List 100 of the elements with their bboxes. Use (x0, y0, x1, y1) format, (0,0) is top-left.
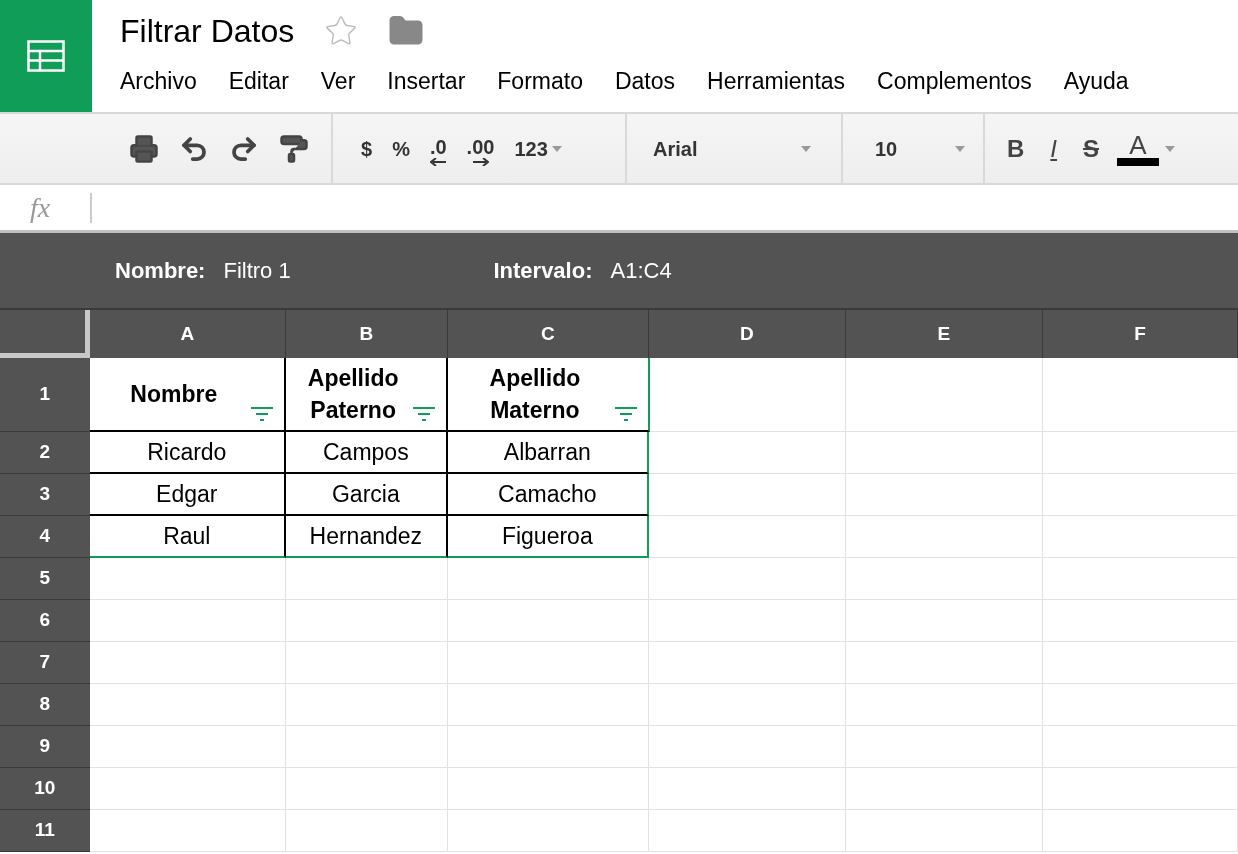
menu-item[interactable]: Editar (228, 63, 289, 99)
row-header[interactable]: 3 (0, 474, 90, 516)
menu-item[interactable]: Ayuda (1063, 63, 1129, 99)
empty-cell[interactable] (845, 642, 1043, 684)
row-header[interactable]: 8 (0, 684, 90, 726)
star-icon[interactable] (324, 14, 359, 48)
empty-cell[interactable] (845, 432, 1043, 474)
empty-cell[interactable] (1042, 684, 1238, 726)
empty-cell[interactable] (648, 642, 846, 684)
column-header[interactable]: A (89, 310, 286, 358)
table-cell[interactable]: Albarran (447, 432, 649, 474)
empty-cell[interactable] (845, 684, 1043, 726)
empty-cell[interactable] (285, 684, 448, 726)
more-formats-button[interactable]: 123 (514, 133, 562, 164)
print-icon[interactable] (129, 133, 159, 164)
empty-cell[interactable] (648, 768, 846, 810)
table-cell[interactable]: Campos (285, 432, 448, 474)
empty-cell[interactable] (846, 358, 1044, 432)
empty-cell[interactable] (1042, 432, 1238, 474)
empty-cell[interactable] (845, 600, 1043, 642)
empty-cell[interactable] (648, 474, 846, 516)
empty-cell[interactable] (1042, 600, 1238, 642)
empty-cell[interactable] (447, 642, 649, 684)
row-header[interactable]: 10 (0, 768, 90, 810)
table-cell[interactable]: Edgar (89, 474, 286, 516)
empty-cell[interactable] (447, 558, 649, 600)
empty-cell[interactable] (285, 810, 448, 852)
text-color-button[interactable]: A (1117, 131, 1176, 166)
header-cell[interactable]: Apellido Materno (448, 358, 650, 432)
filter-icon[interactable] (412, 406, 437, 422)
empty-cell[interactable] (447, 684, 649, 726)
table-cell[interactable]: Hernandez (285, 516, 448, 558)
empty-cell[interactable] (1042, 558, 1238, 600)
empty-cell[interactable] (649, 358, 847, 432)
menu-item[interactable]: Complementos (877, 63, 1032, 99)
row-header[interactable]: 5 (0, 558, 90, 600)
empty-cell[interactable] (648, 516, 846, 558)
filter-name[interactable]: Filtro 1 (223, 254, 494, 287)
empty-cell[interactable] (845, 474, 1043, 516)
empty-cell[interactable] (1042, 642, 1238, 684)
select-all-corner[interactable] (0, 310, 90, 358)
empty-cell[interactable] (648, 726, 846, 768)
font-dropdown[interactable]: Arial (627, 114, 843, 183)
filter-icon[interactable] (613, 406, 638, 422)
menu-item[interactable]: Formato (497, 63, 583, 99)
strikethrough-button[interactable]: S (1083, 130, 1100, 167)
empty-cell[interactable] (447, 726, 649, 768)
empty-cell[interactable] (648, 558, 846, 600)
table-cell[interactable]: Garcia (285, 474, 448, 516)
filter-icon[interactable] (250, 406, 274, 422)
row-header[interactable]: 1 (0, 358, 90, 432)
empty-cell[interactable] (1042, 516, 1238, 558)
table-cell[interactable]: Figueroa (447, 516, 649, 558)
empty-cell[interactable] (1043, 358, 1238, 432)
bold-button[interactable]: B (1007, 130, 1025, 167)
table-cell[interactable]: Camacho (447, 474, 649, 516)
row-header[interactable]: 11 (0, 810, 90, 852)
empty-cell[interactable] (648, 810, 846, 852)
empty-cell[interactable] (845, 558, 1043, 600)
empty-cell[interactable] (845, 726, 1043, 768)
column-header[interactable]: E (845, 310, 1043, 358)
empty-cell[interactable] (1042, 726, 1238, 768)
row-header[interactable]: 4 (0, 516, 90, 558)
empty-cell[interactable] (1042, 474, 1238, 516)
increase-decimals-button[interactable]: .00 (466, 131, 495, 166)
header-cell[interactable]: Nombre (89, 358, 286, 432)
empty-cell[interactable] (1042, 810, 1238, 852)
menu-item[interactable]: Insertar (387, 63, 466, 99)
italic-button[interactable]: I (1050, 130, 1057, 167)
row-header[interactable]: 9 (0, 726, 90, 768)
menu-item[interactable]: Datos (614, 63, 676, 99)
empty-cell[interactable] (845, 768, 1043, 810)
table-cell[interactable]: Raul (89, 516, 286, 558)
empty-cell[interactable] (285, 642, 448, 684)
format-button[interactable]: % (392, 133, 410, 164)
empty-cell[interactable] (447, 810, 649, 852)
column-header[interactable]: F (1042, 310, 1238, 358)
column-header[interactable]: C (447, 310, 649, 358)
empty-cell[interactable] (845, 516, 1043, 558)
table-cell[interactable]: Ricardo (89, 432, 286, 474)
menu-item[interactable]: Ver (320, 63, 356, 99)
document-title[interactable]: Filtrar Datos (120, 15, 295, 47)
empty-cell[interactable] (447, 600, 649, 642)
font-size-dropdown[interactable]: 10 (843, 114, 985, 183)
format-button[interactable]: $ (361, 133, 373, 164)
column-header[interactable]: D (648, 310, 846, 358)
row-header[interactable]: 2 (0, 432, 90, 474)
empty-cell[interactable] (845, 810, 1043, 852)
menu-item[interactable]: Archivo (120, 63, 197, 99)
app-logo[interactable] (0, 0, 92, 112)
empty-cell[interactable] (648, 432, 846, 474)
paint-format-icon[interactable] (279, 133, 309, 164)
row-header[interactable]: 7 (0, 642, 90, 684)
column-header[interactable]: B (285, 310, 448, 358)
empty-cell[interactable] (648, 600, 846, 642)
decrease-decimals-button[interactable]: .0 (429, 131, 447, 166)
empty-cell[interactable] (1042, 768, 1238, 810)
header-cell[interactable]: Apellido Paterno (286, 358, 449, 432)
empty-cell[interactable] (447, 768, 649, 810)
menu-item[interactable]: Herramientas (707, 63, 846, 99)
